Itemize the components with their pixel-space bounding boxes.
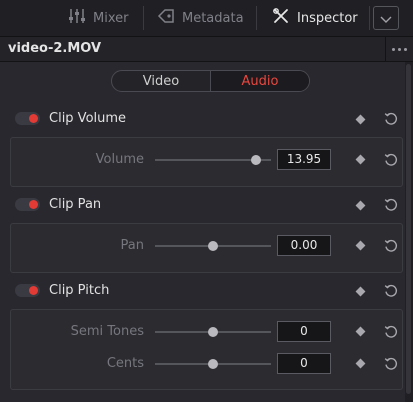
keyframe-diamond-icon[interactable] [355, 114, 366, 125]
reset-icon[interactable] [383, 283, 399, 299]
clip-pan-label: Clip Pan [49, 197, 102, 212]
clip-pitch-header: Clip Pitch [0, 279, 413, 303]
keyframe-diamond-icon[interactable] [355, 326, 366, 337]
semitones-slider-knob[interactable] [208, 327, 218, 337]
semitones-value-field[interactable]: 0 [277, 321, 331, 342]
video-segment[interactable]: Video [112, 71, 211, 91]
inspector-tools-icon [272, 8, 290, 28]
reset-icon[interactable] [383, 152, 399, 168]
volume-label: Volume [95, 152, 144, 167]
keyframe-diamond-icon[interactable] [355, 286, 366, 297]
tab-metadata-label: Metadata [182, 10, 244, 26]
clip-pitch-label: Clip Pitch [49, 283, 110, 298]
keyframe-diamond-icon[interactable] [355, 240, 366, 251]
video-audio-switch: Video Audio [111, 70, 310, 92]
audio-segment[interactable]: Audio [211, 71, 309, 91]
more-options-icon [392, 47, 407, 51]
pan-row: Pan 0.00 [0, 235, 413, 257]
keyframe-diamond-icon[interactable] [355, 154, 366, 165]
volume-row: Volume 13.95 [0, 149, 413, 171]
top-tab-bar: Mixer Metadata Inspector [0, 0, 413, 37]
pan-label: Pan [120, 238, 144, 253]
tab-divider [143, 6, 144, 30]
tab-divider [256, 6, 257, 30]
metadata-tag-icon [157, 8, 175, 28]
keyframe-diamond-icon[interactable] [355, 200, 366, 211]
clip-volume-header: Clip Volume [0, 107, 413, 131]
cents-value-field[interactable]: 0 [277, 353, 331, 374]
tab-mixer[interactable]: Mixer [68, 0, 128, 36]
tab-divider [369, 6, 370, 30]
clip-title: video-2.MOV [8, 41, 102, 56]
tab-inspector-label: Inspector [297, 10, 358, 26]
clip-pan-toggle[interactable] [15, 198, 40, 211]
collapse-panel-button[interactable] [373, 6, 399, 30]
clip-pitch-toggle[interactable] [15, 284, 40, 297]
reset-icon[interactable] [383, 197, 399, 213]
reset-icon[interactable] [383, 238, 399, 254]
tab-inspector[interactable]: Inspector [272, 0, 358, 36]
chevron-down-icon [380, 9, 392, 28]
scrollbar-thumb[interactable] [406, 64, 411, 394]
mixer-icon [68, 8, 86, 28]
volume-slider-knob[interactable] [250, 155, 261, 165]
options-menu-button[interactable] [385, 37, 413, 61]
cents-label: Cents [106, 356, 144, 371]
clip-volume-toggle[interactable] [15, 112, 40, 125]
pan-value-field[interactable]: 0.00 [277, 235, 331, 256]
reset-icon[interactable] [383, 324, 399, 340]
reset-icon[interactable] [383, 356, 399, 372]
volume-value-field[interactable]: 13.95 [277, 149, 331, 170]
clip-pan-header: Clip Pan [0, 193, 413, 217]
cents-row: Cents 0 [0, 353, 413, 375]
cents-slider-knob[interactable] [208, 359, 218, 369]
clip-title-bar: video-2.MOV [0, 37, 413, 62]
keyframe-diamond-icon[interactable] [355, 358, 366, 369]
tab-metadata[interactable]: Metadata [157, 0, 244, 36]
semitones-label: Semi Tones [70, 324, 144, 339]
clip-volume-label: Clip Volume [49, 111, 127, 126]
pan-slider-knob[interactable] [208, 241, 218, 251]
semitones-row: Semi Tones 0 [0, 321, 413, 343]
reset-icon[interactable] [383, 111, 399, 127]
tab-mixer-label: Mixer [93, 10, 129, 26]
